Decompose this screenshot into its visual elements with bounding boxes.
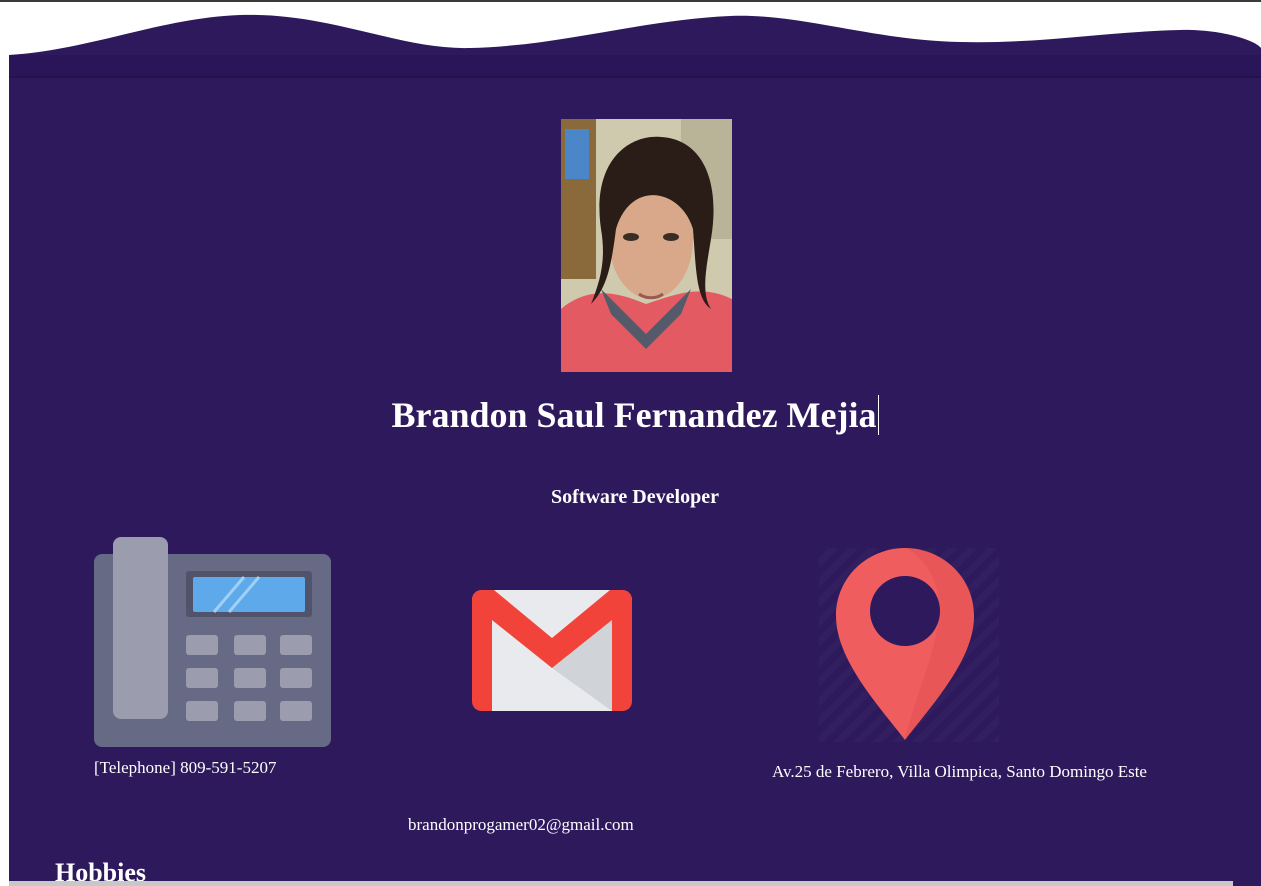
map-pin-icon [819,548,999,742]
header-wave-banner [9,14,1261,90]
horizontal-scrollbar[interactable] [9,881,1233,886]
gmail-icon [472,590,632,711]
telephone-icon [94,537,331,747]
profile-name: Brandon Saul Fernandez Mejia [9,394,1261,436]
profile-name-text: Brandon Saul Fernandez Mejia [391,395,877,435]
profile-photo [561,119,732,372]
email-text: brandonprogamer02@gmail.com [408,815,634,834]
address-text: Av.25 de Febrero, Villa Olimpica, Santo … [772,762,1147,781]
profile-title: Software Developer [551,486,719,508]
telephone-text: [Telephone] 809-591-5207 [94,758,277,777]
resume-panel: Brandon Saul Fernandez Mejia Software De… [9,78,1261,886]
text-caret [877,395,879,435]
profile-photo-image [561,119,732,372]
